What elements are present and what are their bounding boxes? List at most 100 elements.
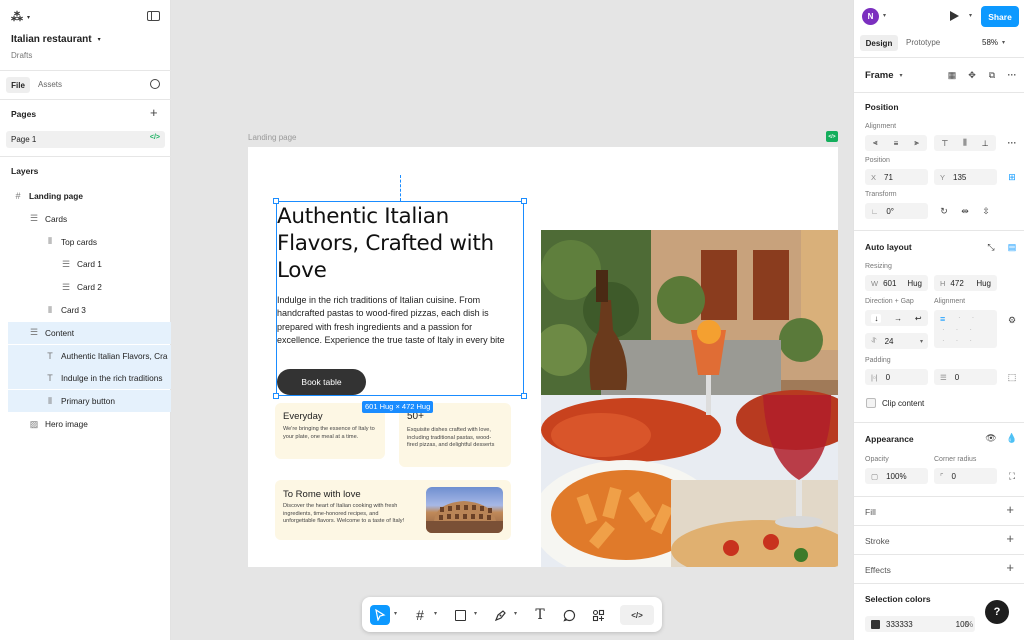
layer-item[interactable]: ☰ Card 1: [8, 253, 171, 275]
zoom-dropdown[interactable]: 58% ▾: [982, 38, 1005, 47]
wrap-icon[interactable]: ↩: [915, 314, 922, 323]
main-menu[interactable]: ⁂ ▾: [11, 10, 30, 24]
align-center-h-icon[interactable]: ≡: [894, 139, 899, 148]
corner-radius-label: Corner radius: [934, 456, 977, 463]
chevron-down-icon[interactable]: ▾: [394, 610, 397, 617]
resize-handle[interactable]: [521, 198, 527, 204]
text-icon[interactable]: T: [530, 605, 550, 625]
horizontal-padding-field[interactable]: |▫| 0: [865, 369, 928, 385]
layer-item[interactable]: T Indulge in the rich traditions: [8, 367, 171, 390]
constraints-icon[interactable]: ⊞: [1004, 169, 1020, 185]
direction-group: ↓ → ↩: [865, 310, 928, 326]
frame-type-dropdown[interactable]: Frame ▾: [865, 70, 903, 81]
direction-horizontal-icon[interactable]: →: [894, 314, 902, 323]
chevron-down-icon: ▾: [97, 37, 101, 43]
comment-icon[interactable]: [559, 605, 579, 625]
selection-box[interactable]: [276, 201, 524, 396]
flip-horizontal-icon[interactable]: ⇹: [957, 203, 973, 219]
help-button[interactable]: ?: [985, 600, 1009, 624]
align-right-icon[interactable]: ⫸: [914, 138, 919, 148]
height-field[interactable]: H 472 Hug: [934, 275, 997, 291]
align-left-icon[interactable]: ⫷: [873, 138, 878, 148]
individual-padding-icon[interactable]: ⬚: [1004, 369, 1020, 385]
chevron-down-icon[interactable]: ▾: [883, 12, 886, 19]
share-button[interactable]: Share: [981, 6, 1019, 27]
vertical-padding-field[interactable]: ☰ 0: [934, 369, 997, 385]
hero-image[interactable]: [541, 230, 838, 567]
layer-item[interactable]: ☰ Cards: [8, 208, 171, 230]
layer-item[interactable]: ▨ Hero image: [8, 413, 171, 435]
resize-handle[interactable]: [521, 393, 527, 399]
tab-prototype[interactable]: Prototype: [906, 38, 940, 47]
tab-design[interactable]: Design: [860, 35, 898, 51]
color-swatch[interactable]: [871, 619, 880, 629]
corner-radius-field[interactable]: ⌜ 0: [934, 468, 997, 484]
more-icon[interactable]: ···: [1004, 135, 1020, 151]
align-bottom-icon[interactable]: ⊥: [982, 139, 989, 148]
layer-item[interactable]: ⫴ Card 3: [8, 299, 171, 321]
add-fill-icon[interactable]: +: [1006, 502, 1014, 517]
move-icon[interactable]: [370, 605, 390, 625]
chevron-down-icon[interactable]: ▾: [514, 610, 517, 617]
layer-item[interactable]: T Authentic Italian Flavors, Cra: [8, 344, 171, 367]
resize-handle[interactable]: [273, 198, 279, 204]
tab-file[interactable]: File: [6, 77, 30, 93]
layout-settings-icon[interactable]: ⚙: [1004, 312, 1020, 328]
alignment-label: Alignment: [865, 123, 897, 130]
toggle-sidebar-icon[interactable]: [147, 11, 160, 21]
layer-item[interactable]: ⫴ Top cards: [8, 231, 171, 253]
add-page-icon[interactable]: +: [150, 105, 158, 120]
layer-item[interactable]: ⫴ Primary button: [8, 390, 171, 413]
layer-item[interactable]: # Landing page: [8, 185, 171, 207]
resize-handle[interactable]: [273, 393, 279, 399]
dev-mode-icon: </>: [149, 134, 160, 141]
frame-icon[interactable]: #: [410, 605, 430, 625]
tab-assets[interactable]: Assets: [38, 80, 62, 89]
add-stroke-icon[interactable]: +: [1006, 531, 1014, 546]
width-field[interactable]: W 601 Hug: [865, 275, 928, 291]
chevron-down-icon[interactable]: ▾: [474, 610, 477, 617]
rotation-value: 0°: [886, 206, 894, 216]
eye-icon[interactable]: 👁: [983, 430, 999, 446]
individual-corners-icon[interactable]: ⛶: [1004, 468, 1020, 484]
search-icon[interactable]: [150, 79, 160, 89]
grid-icon[interactable]: ▦: [944, 67, 960, 83]
rotate-icon[interactable]: ↻: [936, 203, 952, 219]
collapse-icon[interactable]: ⤡: [983, 239, 999, 255]
file-name-dropdown[interactable]: Italian restaurant ▾: [11, 34, 101, 45]
chevron-down-icon[interactable]: ▾: [969, 12, 972, 19]
align-top-icon[interactable]: ⊤: [941, 139, 948, 148]
align-middle-icon[interactable]: ⫼: [963, 138, 967, 148]
blend-mode-icon[interactable]: 💧: [1004, 430, 1020, 446]
dev-mode-icon[interactable]: </>: [620, 605, 654, 625]
more-icon[interactable]: ···: [1004, 67, 1020, 83]
chevron-down-icon[interactable]: ▾: [434, 610, 437, 617]
rotation-field[interactable]: ∟ 0°: [865, 203, 928, 219]
x-field[interactable]: X 71: [865, 169, 928, 185]
y-field[interactable]: Y 135: [934, 169, 997, 185]
pen-icon[interactable]: [490, 605, 510, 625]
alignment-grid[interactable]: ≡ ·· ··· ···: [934, 310, 997, 348]
frame-label[interactable]: Landing page: [248, 133, 297, 142]
auto-layout-toggle-icon[interactable]: ▤: [1004, 239, 1020, 255]
rectangle-icon[interactable]: [450, 605, 470, 625]
clip-content-checkbox[interactable]: [866, 398, 876, 408]
opacity-field[interactable]: ▢ 100%: [865, 468, 928, 484]
add-effect-icon[interactable]: +: [1006, 560, 1014, 575]
gap-field[interactable]: ⥯ 24 ▾: [865, 333, 928, 349]
layer-item[interactable]: ☰ Content: [8, 321, 171, 344]
page-item-page-1[interactable]: Page 1 </>: [6, 131, 165, 148]
layer-item[interactable]: ☰ Card 2: [8, 276, 171, 298]
image-icon: ▨: [29, 418, 39, 429]
layer-label: Hero image: [45, 419, 88, 429]
flip-vertical-icon[interactable]: ⇳: [978, 203, 994, 219]
present-icon[interactable]: [950, 11, 959, 21]
actions-icon[interactable]: [588, 605, 608, 625]
mask-icon[interactable]: ⧉: [984, 67, 1000, 83]
user-avatar[interactable]: N: [862, 8, 879, 25]
selection-color-field[interactable]: 333333 100: [865, 616, 975, 632]
card-3[interactable]: To Rome with love Discover the heart of …: [275, 480, 511, 540]
dev-mode-badge-icon[interactable]: </>: [826, 131, 838, 142]
component-icon[interactable]: ✥: [964, 67, 980, 83]
direction-vertical-icon[interactable]: ↓: [871, 313, 882, 323]
